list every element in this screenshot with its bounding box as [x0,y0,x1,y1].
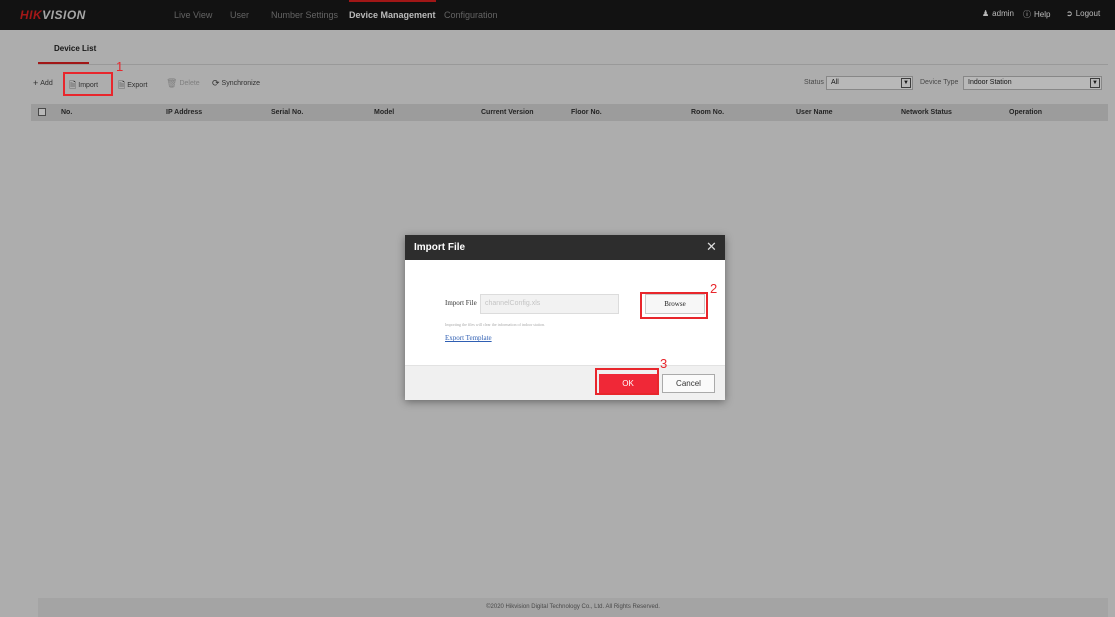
annotation-box-ok [595,368,659,395]
cancel-button[interactable]: Cancel [662,374,715,393]
export-template-link[interactable]: Export Template [445,334,492,342]
annotation-box-browse [640,292,708,319]
annotation-number: 2 [710,281,718,296]
annotation-number: 1 [116,59,124,74]
dialog-footer: OK Cancel [405,365,725,400]
import-file-input[interactable]: channelConfig.xls [480,294,619,314]
close-icon[interactable]: ✕ [706,240,717,253]
dialog-header: Import File ✕ [405,235,725,260]
import-hint-text: Importing the files will clear the infor… [445,322,545,327]
annotation-box-import [63,72,113,96]
annotation-number: 3 [660,356,668,371]
dialog-title: Import File [414,242,466,253]
import-file-label: Import File [445,299,477,307]
